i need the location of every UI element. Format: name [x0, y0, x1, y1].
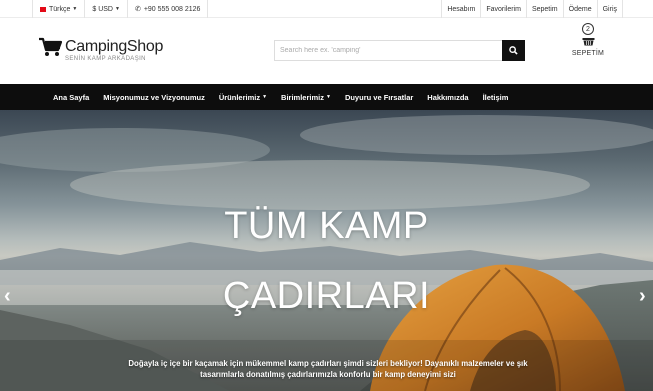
- nav-label: İletişim: [482, 92, 509, 102]
- currency-label: $ USD: [92, 5, 113, 13]
- hero-title-line1: TÜM KAMP: [224, 205, 429, 247]
- nav-label: Hakkımızda: [427, 92, 469, 102]
- slider-next-arrow-icon[interactable]: ›: [639, 286, 646, 306]
- nav-item-units[interactable]: Birimlerimiz ▼: [274, 84, 338, 110]
- nav-label: Ana Sayfa: [53, 92, 90, 102]
- link-checkout[interactable]: Ödeme: [562, 0, 597, 18]
- nav-label: Ürünlerimiz: [218, 92, 261, 102]
- language-selector[interactable]: Türkçe ▼: [32, 0, 84, 18]
- top-utility-bar: Türkçe ▼ $ USD ▼ ✆ +90 555 008 2126 Hesa…: [0, 0, 653, 18]
- basket-button[interactable]: 2 SEPETİM: [570, 23, 606, 57]
- turkey-flag-icon: [40, 6, 46, 12]
- hero-background-image: [0, 115, 653, 391]
- caret-down-icon: ▼: [262, 94, 268, 100]
- site-logo[interactable]: CampingShop SENİN KAMP ARKADAŞIN: [38, 37, 164, 63]
- caret-down-icon: ▼: [72, 6, 78, 12]
- caret-down-icon: ▼: [114, 6, 120, 12]
- nav-label: Duyuru ve Fırsatlar: [344, 92, 414, 102]
- search-button[interactable]: [502, 40, 525, 61]
- main-navigation: Ana Sayfa Misyonumuz ve Vizyonumuz Ürünl…: [0, 84, 653, 110]
- caret-down-icon: ▼: [325, 94, 331, 100]
- search-bar: [274, 40, 525, 61]
- shopping-cart-icon: [39, 37, 62, 56]
- nav-list: Ana Sayfa Misyonumuz ve Vizyonumuz Ürünl…: [46, 84, 515, 110]
- basket-count-badge: 2: [582, 23, 594, 35]
- nav-item-products[interactable]: Ürünlerimiz ▼: [212, 84, 274, 110]
- slider-prev-arrow-icon[interactable]: ‹: [4, 286, 11, 306]
- basket-label: SEPETİM: [571, 50, 605, 57]
- link-account[interactable]: Hesabım: [441, 0, 480, 18]
- link-cart[interactable]: Sepetim: [525, 0, 563, 18]
- nav-item-home[interactable]: Ana Sayfa: [46, 84, 96, 110]
- nav-item-announcements[interactable]: Duyuru ve Fırsatlar: [338, 84, 420, 110]
- nav-item-about[interactable]: Hakkımızda: [420, 84, 475, 110]
- currency-selector[interactable]: $ USD ▼: [84, 0, 127, 18]
- logo-subtitle: SENİN KAMP ARKADAŞIN: [65, 56, 146, 62]
- hero-slider: TÜM KAMP ÇADIRLARI Doğayla iç içe bir ka…: [0, 110, 653, 391]
- phone-number: +90 555 008 2126: [143, 5, 201, 13]
- logo-title: CampingShop: [65, 38, 164, 55]
- nav-item-contact[interactable]: İletişim: [476, 84, 516, 110]
- hero-title-line2: ÇADIRLARI: [222, 275, 431, 317]
- site-header: CampingShop SENİN KAMP ARKADAŞIN 2 SEPET…: [0, 18, 653, 82]
- language-label: Türkçe: [49, 5, 71, 13]
- hero-description: Doğayla iç içe bir kaçamak için mükemmel…: [128, 359, 528, 379]
- link-login[interactable]: Giriş: [596, 0, 623, 18]
- phone-icon: ✆: [134, 6, 141, 13]
- search-icon: [509, 46, 518, 55]
- logo-text: CampingShop SENİN KAMP ARKADAŞIN: [65, 38, 164, 63]
- nav-item-mission[interactable]: Misyonumuz ve Vizyonumuz: [96, 84, 212, 110]
- phone-contact[interactable]: ✆ +90 555 008 2126: [126, 0, 209, 18]
- nav-label: Birimlerimiz: [281, 92, 324, 102]
- search-input[interactable]: [274, 40, 502, 61]
- link-favorites[interactable]: Favorilerim: [480, 0, 526, 18]
- account-links: Hesabım Favorilerim Sepetim Ödeme Giriş: [441, 0, 623, 18]
- basket-icon: [582, 38, 594, 46]
- topbar-left: Türkçe ▼ $ USD ▼ ✆ +90 555 008 2126: [32, 0, 209, 18]
- nav-label: Misyonumuz ve Vizyonumuz: [103, 92, 205, 102]
